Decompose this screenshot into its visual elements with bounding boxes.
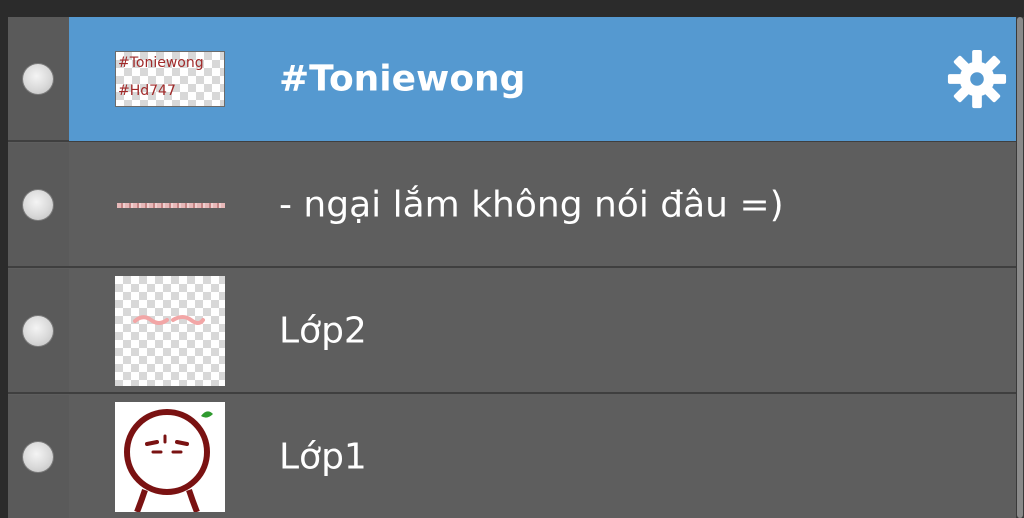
thumbnail-text-line: #Toniewong — [118, 54, 204, 71]
layer-thumbnail — [115, 198, 225, 212]
layer-row-text[interactable]: - ngại lắm không nói đâu =) — [8, 143, 1016, 268]
blush-graphic — [133, 314, 205, 325]
layer-thumbnail: #Toniewong #Hd747 — [115, 50, 225, 107]
thumbnail-text-line: #Hd747 — [118, 82, 176, 99]
layer-row-lop1[interactable]: Lớp1 — [8, 395, 1016, 518]
layer-name[interactable]: - ngại lắm không nói đâu =) — [279, 184, 784, 225]
visibility-toggle[interactable] — [23, 315, 53, 346]
character-drawing — [124, 408, 213, 513]
layer-row-toniewong[interactable]: #Toniewong #Hd747 #Toniewong — [8, 17, 1016, 142]
visibility-column — [8, 17, 69, 140]
visibility-column — [8, 143, 69, 266]
visibility-toggle[interactable] — [23, 441, 53, 472]
gear-icon[interactable] — [946, 48, 1008, 110]
scrollbar-thumb[interactable] — [1017, 17, 1023, 518]
visibility-column — [8, 269, 69, 392]
text-strip-graphic — [117, 202, 225, 208]
layer-row-lop2[interactable]: Lớp2 — [8, 269, 1016, 394]
layer-name[interactable]: Lớp2 — [279, 310, 367, 351]
layer-thumbnail — [115, 275, 225, 386]
visibility-column — [8, 395, 69, 518]
visibility-toggle[interactable] — [23, 63, 53, 94]
layers-panel: #Toniewong #Hd747 #Toniewong - ngại lắm … — [8, 17, 1016, 518]
scrollbar[interactable] — [1016, 17, 1024, 518]
layer-thumbnail — [115, 401, 225, 513]
layer-name[interactable]: #Toniewong — [279, 58, 525, 99]
visibility-toggle[interactable] — [23, 189, 53, 220]
layer-name[interactable]: Lớp1 — [279, 436, 367, 477]
